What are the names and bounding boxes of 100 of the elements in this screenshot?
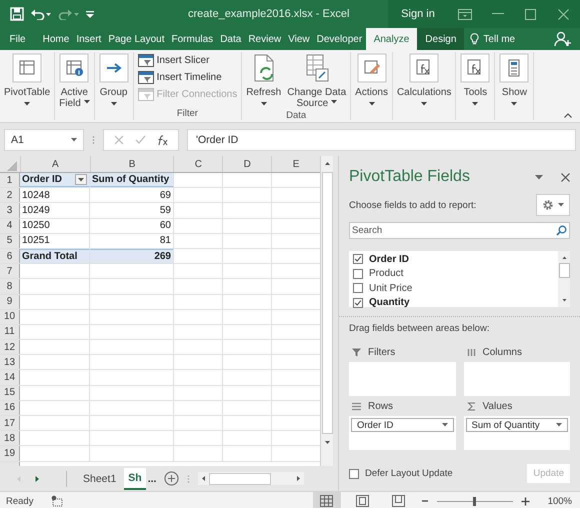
ribbon-button[interactable]: Group xyxy=(96,52,131,120)
search-field[interactable]: Search xyxy=(349,222,570,239)
vertical-scrollbar[interactable] xyxy=(320,156,333,466)
ribbon-tab[interactable]: Home xyxy=(39,28,73,50)
ribbon-button[interactable]: Tools xyxy=(458,52,492,120)
checkbox[interactable] xyxy=(353,283,363,294)
field-label[interactable]: Quantity xyxy=(369,297,410,308)
ribbon-tab[interactable]: Data xyxy=(216,28,245,50)
ribbon-button[interactable]: Change Data Source xyxy=(285,52,348,110)
formula-field[interactable]: 'Order ID xyxy=(187,129,576,151)
ribbon-tab[interactable]: Formulas xyxy=(168,28,217,50)
row-header[interactable]: 4 xyxy=(0,218,20,233)
row-header[interactable]: 17 xyxy=(0,416,20,430)
ribbon-tab[interactable]: File xyxy=(6,28,30,50)
tell-me-button[interactable]: Tell me xyxy=(464,28,522,50)
list-scrollbar[interactable] xyxy=(558,251,570,307)
scroll-thumb[interactable] xyxy=(209,472,272,484)
ribbon-tab[interactable]: Analyze xyxy=(366,28,418,50)
drop-area[interactable]: Sum of Quantity xyxy=(464,416,570,450)
row-header[interactable]: 19 xyxy=(0,446,20,461)
ribbon-tab[interactable]: Developer xyxy=(313,28,366,50)
status-text: Ready xyxy=(6,496,34,506)
table-cell: 69 xyxy=(90,188,174,202)
table-cell: 60 xyxy=(90,218,174,233)
row-header[interactable]: 7 xyxy=(0,264,20,278)
redo-icon[interactable] xyxy=(58,8,80,20)
field-dropdown[interactable]: Sum of Quantity xyxy=(466,418,568,432)
filter-dropdown-button[interactable] xyxy=(75,174,87,186)
ribbon-button[interactable]: Active Field xyxy=(57,52,92,120)
checkbox[interactable] xyxy=(353,298,363,308)
row-header[interactable]: 14 xyxy=(0,370,20,385)
table-cell: Sum of Quantity xyxy=(90,173,174,188)
drop-area[interactable]: Order ID xyxy=(349,416,456,450)
panel-options-icon[interactable] xyxy=(535,174,543,180)
ribbon-button[interactable]: PivotTable xyxy=(2,52,52,120)
ribbon-button[interactable]: Refresh xyxy=(244,52,284,110)
row-header[interactable]: 12 xyxy=(0,340,20,354)
caret-icon xyxy=(556,423,562,427)
scroll-thumb[interactable] xyxy=(558,263,570,278)
row-header[interactable]: 9 xyxy=(0,294,20,309)
timeline-icon xyxy=(138,71,154,84)
row-header[interactable]: 1 xyxy=(0,173,20,188)
customize-icon[interactable] xyxy=(86,9,94,19)
more-sheets-text[interactable]: ... xyxy=(148,472,156,484)
field-dropdown[interactable]: Order ID xyxy=(351,418,454,432)
add-sheet-icon[interactable] xyxy=(164,471,180,486)
row-header[interactable]: 13 xyxy=(0,355,20,370)
ribbon-tab[interactable]: Design xyxy=(417,28,464,50)
collapse-ribbon-icon[interactable] xyxy=(564,113,572,118)
ribbon-button[interactable]: Show xyxy=(497,52,532,120)
row-header[interactable]: 15 xyxy=(0,386,20,400)
columns-icon xyxy=(466,348,476,356)
ribbon-tab[interactable]: Review xyxy=(244,28,285,50)
close-icon[interactable] xyxy=(561,172,570,182)
checkbox[interactable] xyxy=(353,268,363,279)
ribbon-button[interactable]: Insert Timeline xyxy=(136,70,240,85)
ribbon-button[interactable]: Insert Slicer xyxy=(136,53,240,68)
insert-function-icon[interactable] xyxy=(156,134,168,146)
row-header[interactable]: 16 xyxy=(0,400,20,415)
sheet-tab[interactable]: Sheet1 xyxy=(75,468,124,490)
row-header[interactable]: 6 xyxy=(0,248,20,264)
field-label[interactable]: Product xyxy=(369,268,404,280)
row-header[interactable]: 3 xyxy=(0,203,20,218)
function-icon xyxy=(460,53,490,83)
row-header[interactable]: 10 xyxy=(0,310,20,324)
drag-handle-icon[interactable] xyxy=(92,135,95,145)
ribbon-tab[interactable]: Insert xyxy=(72,28,105,50)
field-label[interactable]: Unit Price xyxy=(369,282,412,294)
ribbon-tab[interactable]: View xyxy=(284,28,314,50)
zoom-level-text[interactable]: 100% xyxy=(548,496,572,506)
settings-button[interactable] xyxy=(536,194,570,216)
zoom-in-icon[interactable] xyxy=(520,496,530,506)
column-header[interactable]: B xyxy=(90,156,174,172)
name-box[interactable]: A1 xyxy=(4,129,84,151)
ribbon-button[interactable]: Calculations xyxy=(394,52,454,120)
calculator-icon xyxy=(499,53,530,83)
column-header[interactable]: C xyxy=(173,156,222,172)
ribbon-tab[interactable]: Page Layout xyxy=(104,28,168,50)
column-header[interactable]: A xyxy=(20,156,90,172)
sheet-tab[interactable]: Sh xyxy=(124,468,146,490)
macro-record-icon[interactable] xyxy=(51,495,64,507)
row-header[interactable]: 11 xyxy=(0,324,20,340)
check-icon[interactable] xyxy=(134,135,146,145)
horizontal-scrollbar[interactable] xyxy=(198,472,304,485)
row-header[interactable]: 5 xyxy=(0,234,20,248)
column-header[interactable]: D xyxy=(222,156,272,172)
ribbon-button[interactable]: Actions xyxy=(353,52,390,120)
caret-icon xyxy=(78,178,84,182)
checkbox-label[interactable]: Defer Layout Update xyxy=(365,468,522,479)
undo-icon[interactable] xyxy=(30,8,52,20)
row-header[interactable]: 2 xyxy=(0,188,20,202)
save-icon[interactable] xyxy=(10,7,24,21)
field-label[interactable]: Order ID xyxy=(369,254,410,265)
scroll-thumb[interactable] xyxy=(322,172,332,434)
checkbox[interactable] xyxy=(353,254,363,264)
view-button[interactable] xyxy=(312,492,341,508)
checkbox[interactable] xyxy=(349,468,359,478)
add-person-icon[interactable] xyxy=(554,31,572,47)
row-header[interactable]: 18 xyxy=(0,431,20,446)
row-header[interactable]: 8 xyxy=(0,279,20,294)
